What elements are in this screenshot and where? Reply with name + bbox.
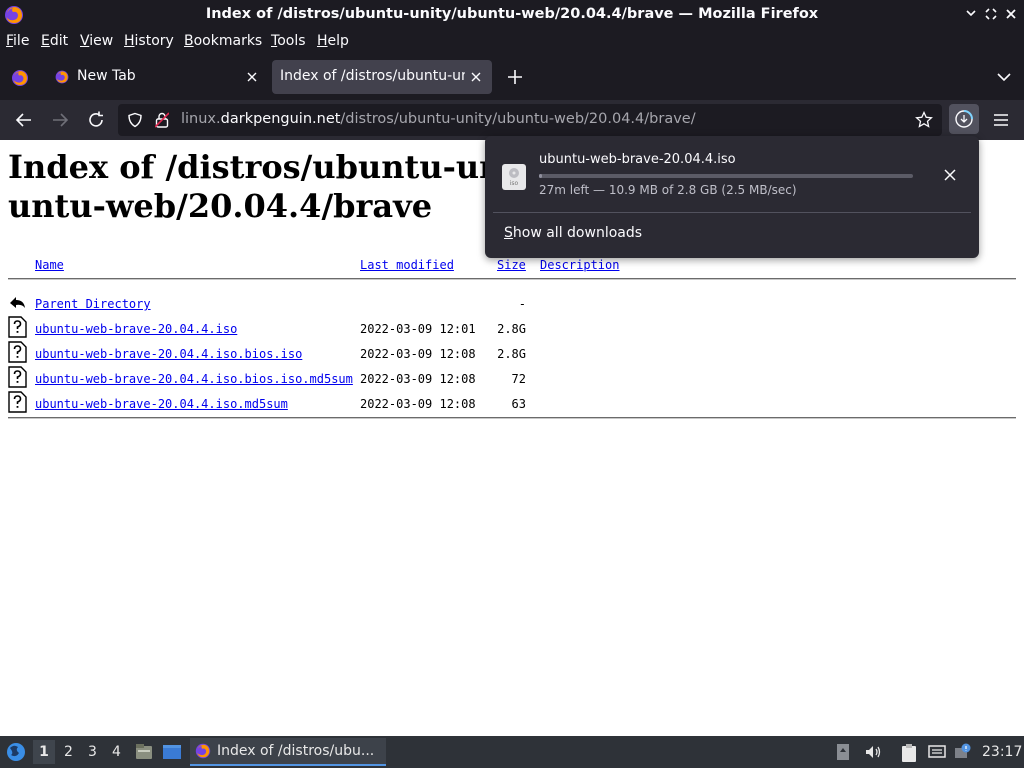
- hamburger-menu-icon[interactable]: [990, 109, 1012, 131]
- shield-icon[interactable]: [127, 112, 143, 128]
- navigation-toolbar: linux.darkpenguin.net/distros/ubuntu-uni…: [0, 100, 1024, 140]
- download-status: 27m left — 10.9 MB of 2.8 GB (2.5 MB/sec…: [539, 183, 797, 197]
- window-title: Index of /distros/ubuntu-unity/ubuntu-we…: [205, 6, 819, 22]
- window-titlebar: Index of /distros/ubuntu-unity/ubuntu-we…: [0, 0, 1024, 30]
- workspace-4[interactable]: 4: [112, 744, 121, 760]
- iso-file-icon-label: iso: [509, 180, 519, 187]
- new-tab-plus-icon[interactable]: [505, 67, 525, 87]
- network-icon[interactable]: [928, 743, 946, 761]
- menu-tools[interactable]: Tools: [271, 33, 306, 49]
- menu-edit[interactable]: Edit: [41, 33, 68, 49]
- unknown-file-icon: [8, 366, 27, 388]
- download-filename[interactable]: ubuntu-web-brave-20.04.4.iso: [539, 152, 736, 167]
- cancel-download-icon[interactable]: [942, 167, 958, 183]
- unknown-file-icon: [8, 391, 27, 413]
- lock-warning-icon[interactable]: [155, 112, 169, 128]
- menu-view[interactable]: View: [80, 33, 113, 49]
- divider: [8, 278, 1016, 280]
- table-row: ubuntu-web-brave-20.04.4.iso 2022-03-09 …: [0, 316, 1024, 347]
- chevron-down-icon[interactable]: [996, 71, 1012, 83]
- url-bar[interactable]: linux.darkpenguin.net/distros/ubuntu-uni…: [118, 104, 942, 136]
- close-tab-icon[interactable]: [468, 69, 484, 85]
- workspace-2[interactable]: 2: [64, 744, 73, 760]
- parent-directory-link[interactable]: Parent Directory: [35, 297, 151, 311]
- row-size: 63: [511, 397, 526, 411]
- file-link[interactable]: ubuntu-web-brave-20.04.4.iso.bios.iso: [35, 347, 302, 361]
- reload-icon[interactable]: [85, 109, 107, 131]
- workspace-1[interactable]: 1: [33, 740, 55, 764]
- minimize-icon[interactable]: [964, 7, 978, 21]
- firefox-task-icon: [195, 743, 211, 759]
- sort-by-size-link[interactable]: Size: [497, 258, 526, 272]
- volume-icon[interactable]: [864, 743, 882, 761]
- downloads-panel: iso ubuntu-web-brave-20.04.4.iso 27m lef…: [485, 136, 979, 258]
- sort-by-description-link[interactable]: Description: [540, 258, 619, 272]
- row-size: 2.8G: [497, 347, 526, 361]
- bookmark-star-icon[interactable]: [915, 111, 933, 129]
- keyboard-layout-icon[interactable]: [836, 743, 850, 761]
- workspace-3[interactable]: 3: [88, 744, 97, 760]
- menu-file[interactable]: File: [6, 33, 29, 49]
- forward-arrow-icon[interactable]: [49, 109, 71, 131]
- tab-title: Index of /distros/ubuntu-unit: [280, 68, 465, 84]
- menu-history[interactable]: History: [124, 33, 174, 49]
- taskbar-task-firefox[interactable]: Index of /distros/ubu...: [190, 738, 386, 766]
- file-link[interactable]: ubuntu-web-brave-20.04.4.iso.bios.iso.md…: [35, 372, 353, 386]
- start-menu-icon[interactable]: [5, 742, 27, 762]
- close-window-icon[interactable]: [1004, 7, 1018, 21]
- url-text[interactable]: linux.darkpenguin.net/distros/ubuntu-uni…: [181, 111, 696, 127]
- table-row: ubuntu-web-brave-20.04.4.iso.bios.iso.md…: [0, 366, 1024, 397]
- notification-icon[interactable]: [954, 743, 972, 761]
- row-size: -: [518, 297, 526, 311]
- row-date: 2022-03-09 12:08: [360, 347, 476, 361]
- tab-title: New Tab: [77, 68, 136, 84]
- divider: [8, 417, 1016, 419]
- menu-help[interactable]: Help: [317, 33, 349, 49]
- menu-bookmarks[interactable]: Bookmarks: [184, 33, 262, 49]
- maximize-icon[interactable]: [984, 7, 998, 21]
- terminal-icon[interactable]: [162, 742, 182, 762]
- unknown-file-icon: [8, 341, 27, 363]
- clock[interactable]: 23:17: [982, 744, 1022, 760]
- close-tab-icon[interactable]: [244, 69, 260, 85]
- divider: [493, 212, 971, 213]
- row-size: 72: [511, 372, 526, 386]
- menu-bar: File Edit View History Bookmarks Tools H…: [0, 30, 1024, 54]
- show-all-downloads-button[interactable]: Show all downloads: [504, 225, 642, 241]
- file-manager-icon[interactable]: [134, 742, 154, 762]
- taskbar-task-title: Index of /distros/ubu...: [217, 743, 375, 759]
- tab-new-tab[interactable]: New Tab: [44, 60, 268, 94]
- file-link[interactable]: ubuntu-web-brave-20.04.4.iso.md5sum: [35, 397, 288, 411]
- back-icon: [10, 297, 25, 308]
- download-progress-fill: [539, 174, 542, 178]
- back-arrow-icon[interactable]: [13, 109, 35, 131]
- taskbar: 1 2 3 4 Index of /distros/ubu... 23:17: [0, 736, 1024, 768]
- download-progress-bar: [539, 174, 913, 178]
- iso-file-icon: iso: [501, 163, 527, 191]
- sort-by-last-modified-link[interactable]: Last modified: [360, 258, 454, 272]
- table-row: Parent Directory -: [0, 297, 1024, 322]
- row-date: 2022-03-09 12:08: [360, 372, 476, 386]
- row-date: 2022-03-09 12:08: [360, 397, 476, 411]
- firefox-favicon-icon: [55, 70, 69, 84]
- sort-by-name-link[interactable]: Name: [35, 258, 64, 272]
- firefox-view-icon[interactable]: [10, 68, 30, 88]
- table-row: ubuntu-web-brave-20.04.4.iso.bios.iso 20…: [0, 341, 1024, 372]
- download-progress-icon: [955, 110, 973, 128]
- downloads-button[interactable]: [949, 104, 979, 134]
- unknown-file-icon: [8, 316, 27, 338]
- file-link[interactable]: ubuntu-web-brave-20.04.4.iso: [35, 322, 237, 336]
- tab-index-of-brave[interactable]: Index of /distros/ubuntu-unit: [272, 60, 492, 94]
- clipboard-icon[interactable]: [900, 743, 918, 763]
- row-date: 2022-03-09 12:01: [360, 322, 476, 336]
- row-size: 2.8G: [497, 322, 526, 336]
